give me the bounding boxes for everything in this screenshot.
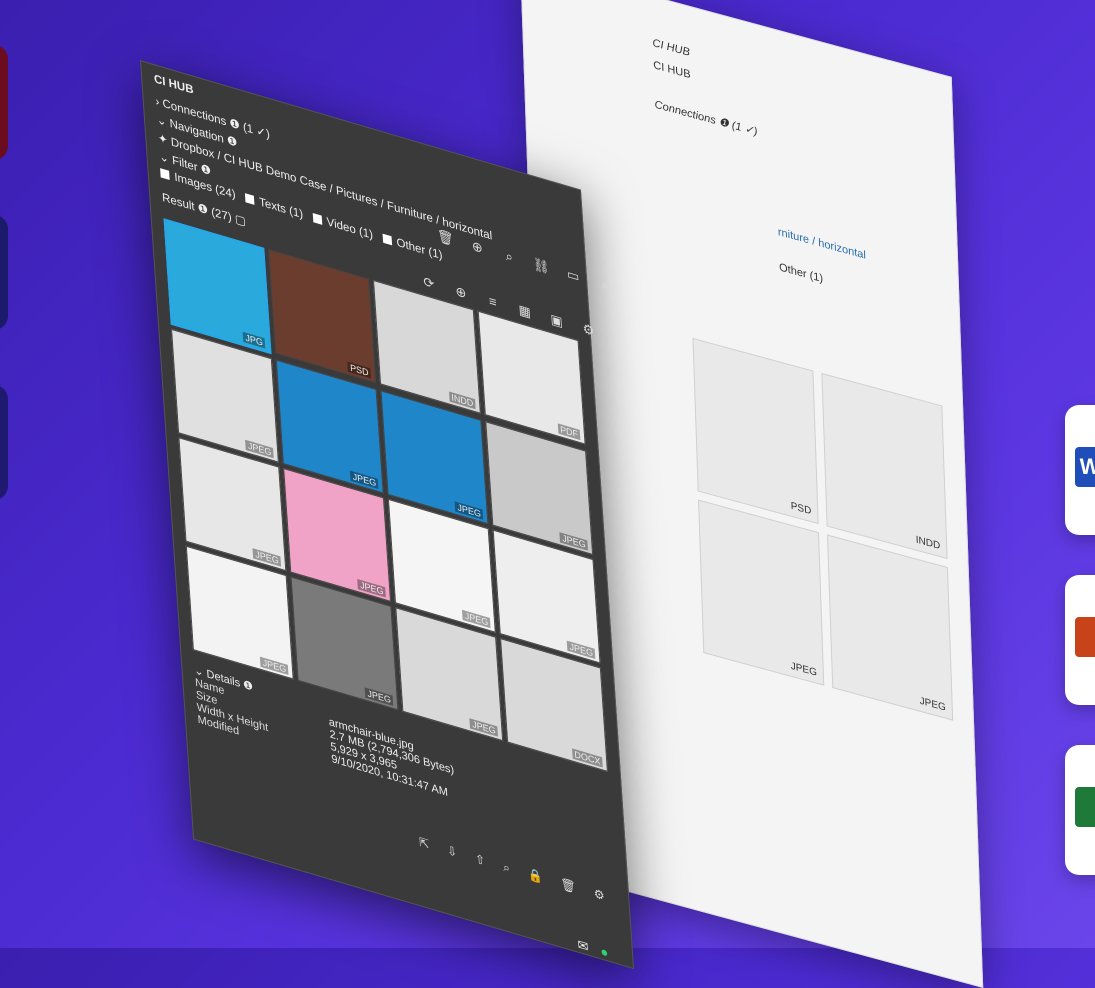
list-view-icon[interactable]: ≡ [483, 290, 502, 314]
file-type-label: JPEG [365, 687, 394, 706]
add-item-icon[interactable]: ⊕ [451, 281, 470, 305]
file-type-label: JPEG [260, 656, 289, 676]
file-type-label: JPEG [469, 718, 498, 737]
file-type-label: INDD [449, 391, 476, 410]
file-type-label: JPEG [455, 501, 484, 520]
left-tile-red [0, 45, 8, 160]
folder-icon[interactable]: ▭ [563, 264, 582, 288]
powerpoint-tile[interactable] [1065, 575, 1095, 705]
file-type-label: JPEG [245, 439, 274, 459]
light-card[interactable]: PSD [692, 337, 819, 525]
lock-icon[interactable]: 🔒 [527, 867, 543, 887]
file-type-label: PSD [790, 500, 812, 518]
upload-icon[interactable]: ⇧ [475, 851, 486, 869]
file-type-label: JPEG [790, 660, 818, 679]
refresh-icon[interactable]: ⟳ [419, 271, 438, 295]
file-type-label: JPEG [350, 470, 379, 489]
file-type-label: JPEG [919, 695, 947, 714]
light-filter-other[interactable]: Other (1) [779, 261, 823, 285]
file-icon: ▢ [234, 213, 247, 229]
grid-view-icon[interactable]: ▦ [515, 300, 534, 324]
search-icon[interactable]: ⌕ [503, 859, 511, 876]
excel-icon [1075, 787, 1095, 827]
file-type-label: PDF [557, 423, 581, 441]
light-grid: PSD INDD JPEG JPEG [692, 337, 954, 721]
filter-texts[interactable]: Texts (1) [244, 192, 304, 221]
dark-panel: CI HUB › Connections ❶ (1 ✓) ⌄ Navigatio… [140, 60, 635, 970]
light-app-title: CI HUB [652, 36, 691, 60]
file-type-label: INDD [915, 534, 941, 553]
filter-other[interactable]: Other (1) [382, 232, 443, 262]
left-tile-blue [0, 215, 8, 330]
light-card[interactable]: JPEG [826, 534, 954, 721]
file-type-label: JPEG [357, 579, 386, 598]
dark-app-title: CI HUB [153, 73, 194, 97]
light-card[interactable]: JPEG [698, 499, 825, 686]
download-icon[interactable]: ⇩ [447, 843, 458, 861]
mail-icon[interactable]: ✉ [577, 936, 589, 956]
settings-icon[interactable]: ⚙ [593, 886, 605, 905]
word-tile[interactable]: W [1065, 405, 1095, 535]
file-type-label: JPEG [559, 532, 588, 551]
word-icon: W [1075, 447, 1095, 487]
left-tile-navy [0, 385, 8, 500]
filter-video[interactable]: Video (1) [312, 212, 373, 242]
file-type-label: JPEG [252, 548, 282, 567]
file-type-label: JPEG [462, 609, 491, 629]
dropbox-icon: ✦ [157, 132, 169, 148]
card-view-icon[interactable]: ▣ [547, 309, 566, 333]
light-card[interactable]: INDD [821, 372, 948, 560]
zoom-icon[interactable]: ⌕ [500, 245, 519, 269]
open-external-icon[interactable]: ⇱ [419, 835, 430, 853]
light-app-subtitle: CI HUB [653, 59, 691, 82]
footer-icons: ✉ ● [577, 936, 609, 961]
user-icon[interactable]: ● [600, 943, 609, 962]
file-type-label: JPG [243, 331, 266, 349]
file-type-label: PSD [347, 361, 371, 379]
action-toolbar: ⇱ ⇩ ⇧ ⌕ 🔒 🗑 ⚙ [419, 835, 605, 905]
powerpoint-icon [1075, 617, 1095, 657]
trash-icon[interactable]: 🗑 [560, 876, 576, 896]
link-icon[interactable]: ⛓ [532, 254, 551, 278]
file-type-label: DOCX [572, 748, 603, 768]
excel-tile[interactable] [1065, 745, 1095, 875]
light-connections[interactable]: Connections ❶ (1 ✓) [654, 97, 757, 138]
light-breadcrumb[interactable]: rniture / horizontal [778, 226, 866, 262]
file-type-label: JPEG [567, 640, 596, 660]
